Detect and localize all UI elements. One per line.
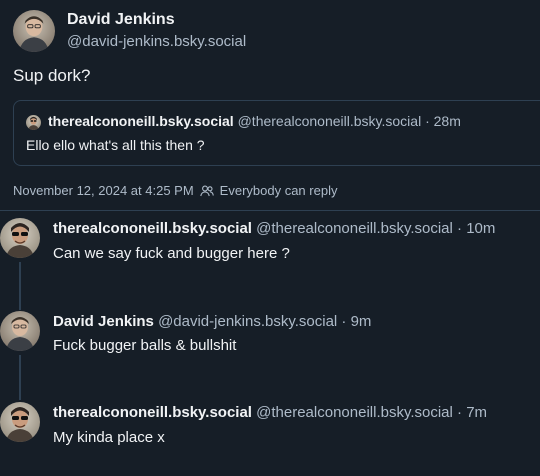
quote-header: therealcononeill.bsky.social @therealcon… (48, 113, 461, 129)
reply-author-name[interactable]: David Jenkins (53, 313, 154, 330)
quoted-post-card[interactable]: therealcononeill.bsky.social @therealcon… (13, 100, 540, 166)
quote-time: · 28m (425, 113, 461, 129)
avatar-david-icon (0, 311, 40, 351)
post-timestamp: November 12, 2024 at 4:25 PM (13, 183, 194, 198)
reply-author-handle[interactable]: @therealcononeill.bsky.social (256, 220, 453, 237)
post-meta: November 12, 2024 at 4:25 PM Everybody c… (13, 183, 337, 198)
reply-author-name[interactable]: therealcononeill.bsky.social (53, 220, 252, 237)
quote-text: Ello ello what's all this then ? (26, 137, 205, 153)
reply-time: · 10m (457, 220, 496, 237)
avatar-conor-icon (0, 218, 40, 258)
author-handle[interactable]: @david-jenkins.bsky.social (67, 33, 246, 50)
reply-time: · 7m (457, 404, 488, 421)
reply-time: · 9m (341, 313, 372, 330)
reply-setting[interactable]: Everybody can reply (220, 183, 338, 198)
reply-header: David Jenkins @david-jenkins.bsky.social… (53, 313, 371, 330)
thread-line (19, 355, 21, 400)
author-name[interactable]: David Jenkins (67, 11, 175, 29)
avatar-conor-icon (26, 115, 41, 130)
thread-line (19, 262, 21, 310)
avatar-david-icon (13, 10, 55, 52)
reply-avatar[interactable] (0, 311, 40, 351)
reply-header: therealcononeill.bsky.social @therealcon… (53, 404, 487, 421)
avatar-conor-icon (0, 402, 40, 442)
author-avatar[interactable] (13, 10, 55, 52)
quote-author-handle[interactable]: @therealcononeill.bsky.social (238, 113, 422, 129)
quote-author-name[interactable]: therealcononeill.bsky.social (48, 113, 234, 129)
reply-author-handle[interactable]: @david-jenkins.bsky.social (158, 313, 337, 330)
divider (0, 210, 540, 211)
reply-author-handle[interactable]: @therealcononeill.bsky.social (256, 404, 453, 421)
reply-avatar[interactable] (0, 402, 40, 442)
quote-author-avatar (26, 115, 41, 130)
reply-header: therealcononeill.bsky.social @therealcon… (53, 220, 495, 237)
reply-avatar[interactable] (0, 218, 40, 258)
reply-author-name[interactable]: therealcononeill.bsky.social (53, 404, 252, 421)
reply-text: Fuck bugger balls & bullshit (53, 337, 237, 354)
reply-text: My kinda place x (53, 429, 165, 446)
reply-text: Can we say fuck and bugger here ? (53, 245, 290, 262)
people-icon (199, 185, 214, 197)
post-text: Sup dork? (13, 66, 91, 85)
